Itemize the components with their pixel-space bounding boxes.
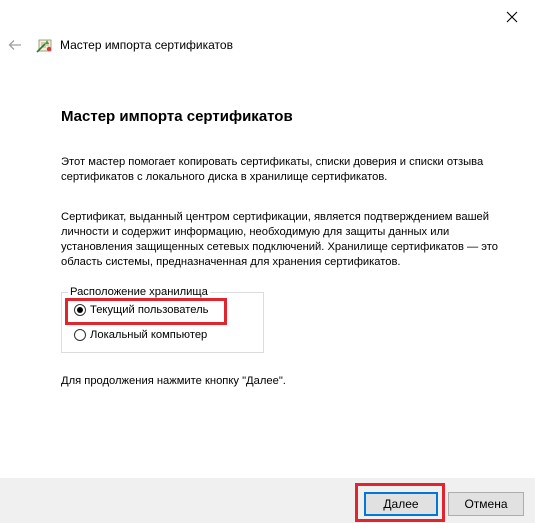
cancel-button[interactable]: Отмена	[448, 492, 524, 516]
header-title: Мастер импорта сертификатов	[60, 38, 233, 52]
certificate-wizard-icon	[36, 39, 52, 53]
certificate-import-wizard-window: Мастер импорта сертификатов Мастер импор…	[0, 0, 535, 523]
radio-button-unselected[interactable]	[74, 329, 86, 341]
radio-local-machine[interactable]: Локальный компьютер	[74, 329, 207, 341]
radio-local-machine-label: Локальный компьютер	[90, 329, 208, 341]
back-arrow-icon	[8, 40, 21, 50]
radio-current-user-label: Текущий пользователь	[90, 304, 209, 316]
wizard-footer: Далее Отмена	[0, 478, 535, 523]
wizard-header: Мастер импорта сертификатов	[0, 34, 535, 58]
store-location-group: Расположение хранилища Текущий пользоват…	[61, 285, 264, 353]
description-paragraph: Сертификат, выданный центром сертификаци…	[61, 211, 498, 268]
page-title: Мастер импорта сертификатов	[61, 108, 293, 125]
store-location-legend: Расположение хранилища	[68, 285, 210, 299]
close-icon	[506, 11, 518, 23]
close-button[interactable]	[489, 2, 535, 32]
radio-button-selected[interactable]	[74, 304, 86, 316]
next-button[interactable]: Далее	[364, 492, 438, 516]
continue-instruction: Для продолжения нажмите кнопку "Далее".	[61, 375, 286, 387]
radio-current-user[interactable]: Текущий пользователь	[74, 304, 208, 316]
back-button[interactable]	[6, 36, 24, 54]
intro-paragraph: Этот мастер помогает копировать сертифик…	[61, 156, 484, 183]
